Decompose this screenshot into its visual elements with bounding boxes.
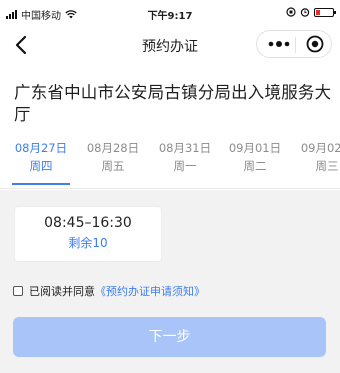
tab-date: 09月02日	[300, 141, 340, 155]
slot-time: 08:45–16:30	[44, 215, 132, 231]
tab-date: 08月27日	[14, 141, 68, 155]
tab-weekday: 周五	[101, 159, 125, 173]
active-tab-indicator	[12, 183, 70, 185]
mini-program-capsule	[256, 30, 332, 58]
target-circle-icon[interactable]	[305, 34, 325, 54]
tab-weekday: 周三	[315, 159, 339, 173]
nav-bar: 预约办证	[0, 26, 340, 64]
tabs-divider	[0, 188, 340, 189]
date-tab[interactable]: 09月02日 周三	[290, 140, 340, 174]
date-tab[interactable]: 09月01日 周二	[218, 140, 292, 174]
time-slot-card[interactable]: 08:45–16:30 剩余10	[14, 206, 162, 262]
capsule-divider	[295, 37, 296, 53]
date-tab[interactable]: 08月31日 周一	[148, 140, 222, 174]
next-button[interactable]: 下一步	[13, 317, 326, 357]
alarm-icon	[300, 8, 310, 17]
tab-date: 08月28日	[86, 141, 140, 155]
status-bar: 中国移动 下午9:17	[0, 0, 340, 26]
slot-remaining: 剩余10	[68, 236, 108, 250]
office-name: 广东省中山市公安局古镇分局出入境服务大厅	[14, 83, 332, 124]
date-tab[interactable]: 08月27日 周四	[4, 140, 78, 174]
battery-icon	[314, 7, 336, 17]
agreement-link[interactable]: 《预约办证申请须知》	[95, 283, 205, 299]
agreement-text: 已阅读并同意	[29, 285, 95, 298]
status-right	[286, 7, 336, 17]
date-tabs: 08月27日 周四 08月28日 周五 08月31日 周一 09月01日 周二 …	[0, 140, 340, 188]
agreement-row: 已阅读并同意 《预约办证申请须知》	[13, 283, 205, 299]
tab-weekday: 周一	[173, 159, 197, 173]
tab-weekday: 周四	[29, 159, 53, 173]
tab-date: 09月01日	[228, 141, 282, 155]
tab-weekday: 周二	[243, 159, 267, 173]
orientation-lock-icon	[286, 7, 296, 17]
office-panel: 广东省中山市公安局古镇分局出入境服务大厅 08月27日 周四 08月28日 周五…	[0, 64, 340, 190]
date-tab[interactable]: 08月28日 周五	[76, 140, 150, 174]
tab-date: 08月31日	[158, 141, 212, 155]
agreement-checkbox[interactable]	[13, 286, 23, 296]
more-dots-icon[interactable]	[265, 34, 293, 54]
